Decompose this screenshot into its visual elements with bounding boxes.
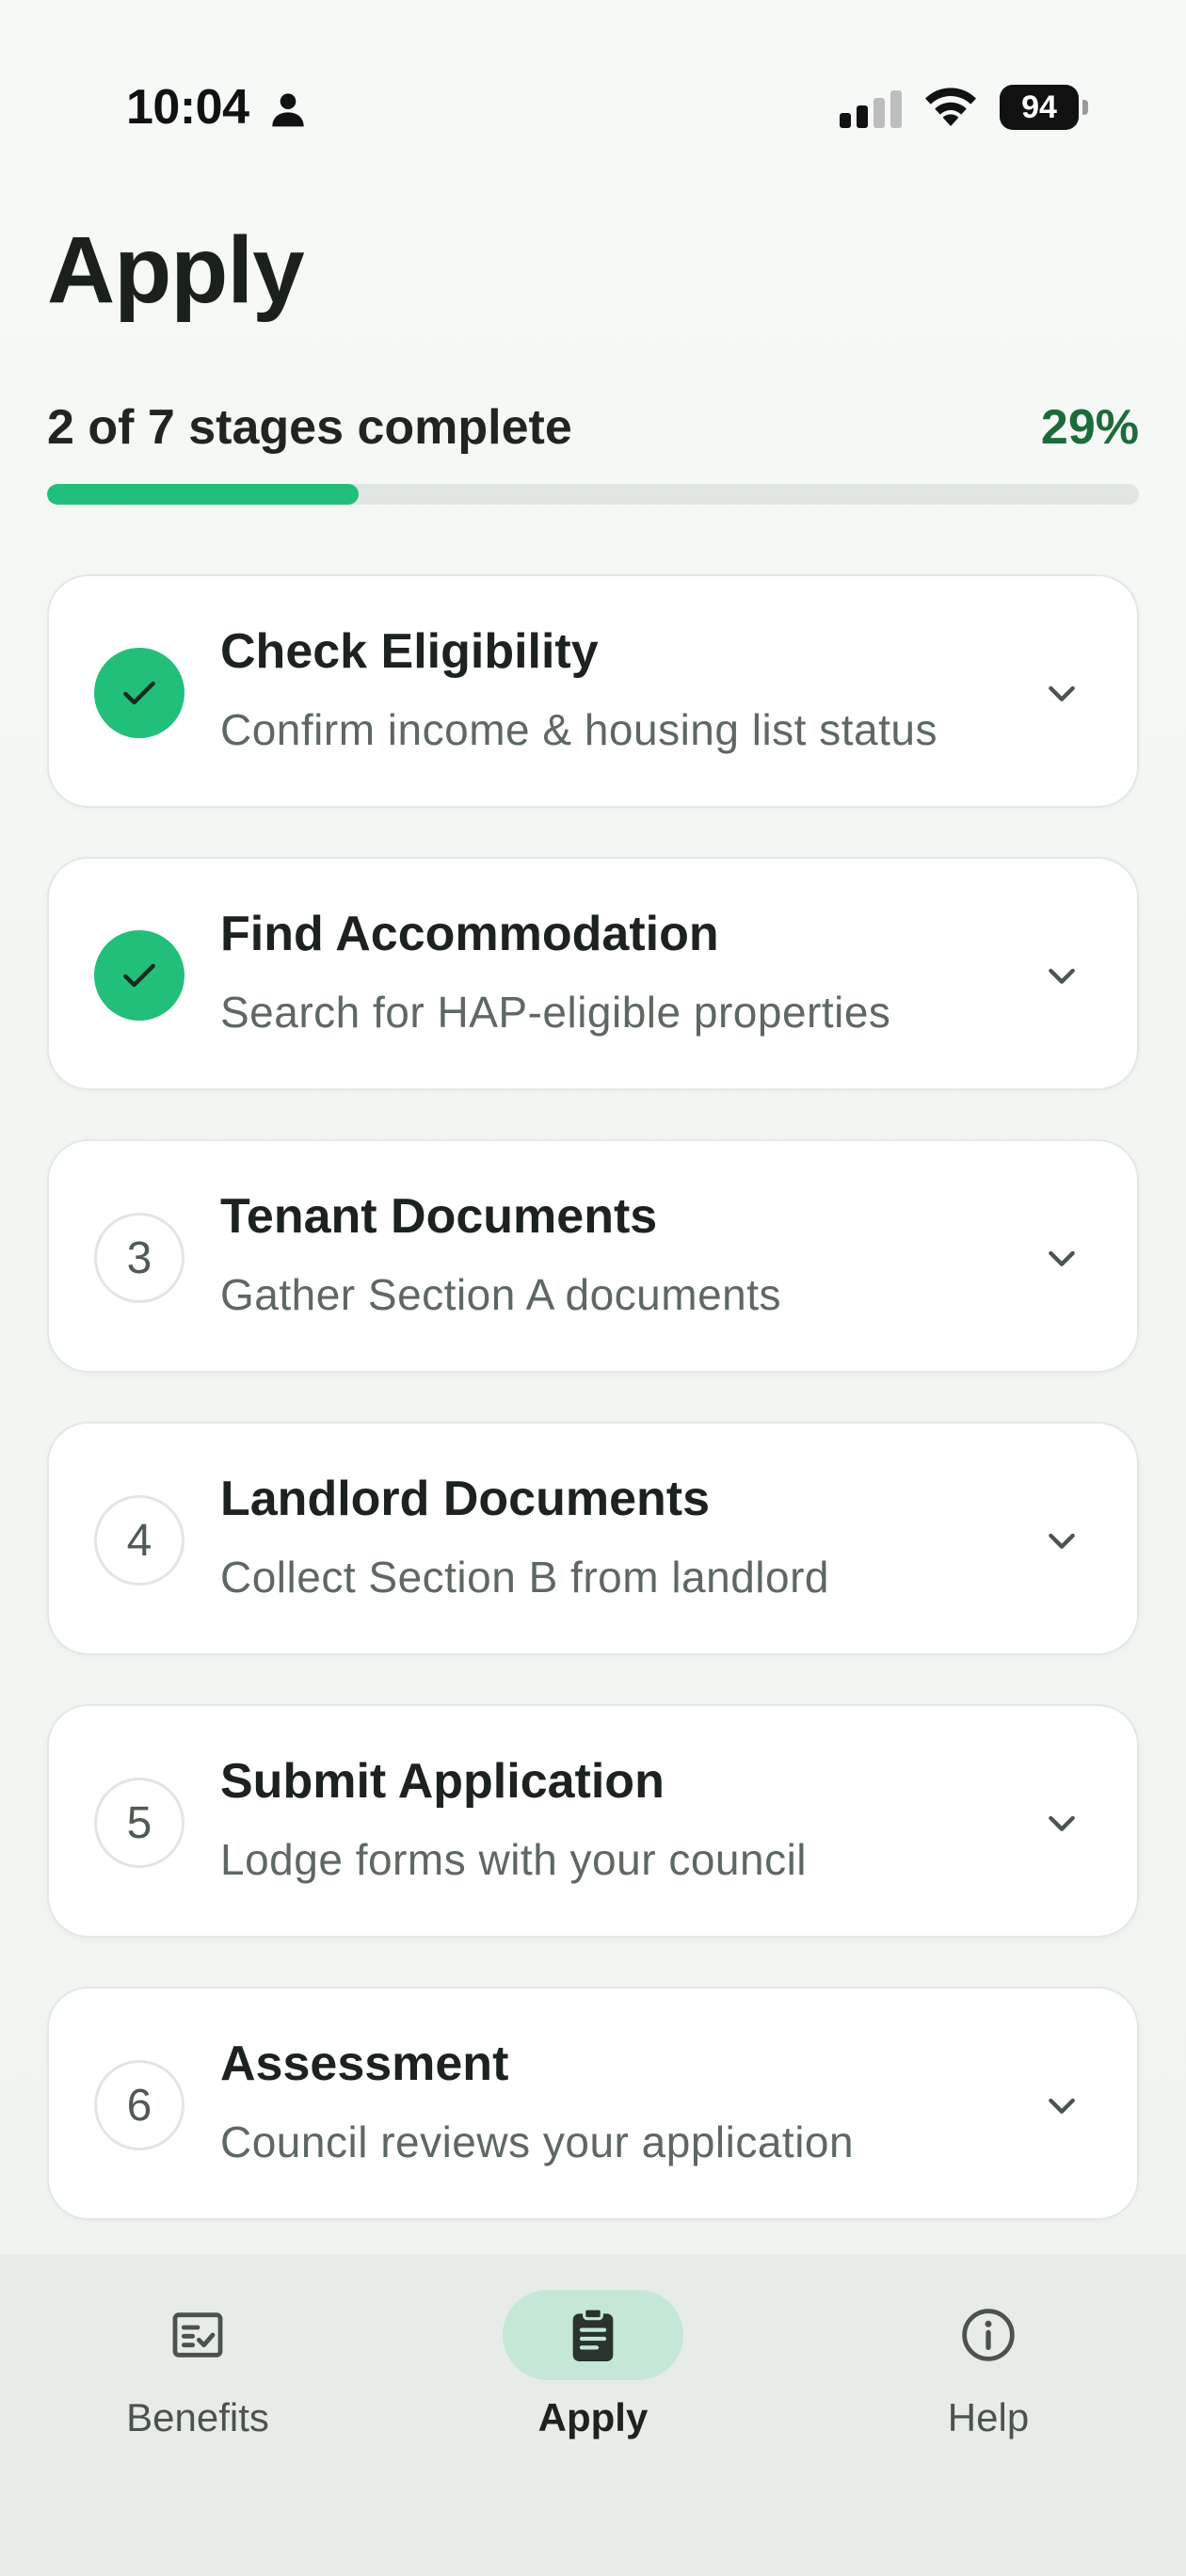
battery-level: 94 — [1000, 85, 1079, 130]
person-icon — [272, 93, 304, 127]
info-icon — [962, 2309, 1015, 2361]
wifi-icon — [925, 88, 976, 126]
stage-complete-badge — [94, 648, 184, 738]
stage-number-badge: 4 — [94, 1495, 184, 1586]
stage-subtitle: Council reviews your application — [220, 2117, 855, 2166]
nav-tab-apply[interactable]: Apply — [452, 2254, 734, 2499]
stage-number-badge: 6 — [94, 2060, 184, 2150]
checklist-icon — [172, 2312, 223, 2358]
check-icon — [123, 681, 155, 705]
stage-subtitle: Gather Section A documents — [220, 1270, 782, 1319]
nav-label: Benefits — [126, 2395, 269, 2439]
stage-title: Check Eligibility — [220, 624, 599, 679]
chevron-down-icon[interactable] — [1043, 1804, 1081, 1842]
stage-card-assessment[interactable]: 6 Assessment Council reviews your applic… — [47, 1987, 1139, 2220]
nav-label: Help — [947, 2395, 1030, 2439]
stage-card-find-accommodation[interactable]: Find Accommodation Search for HAP-eligib… — [47, 857, 1139, 1090]
cellular-signal-icon — [840, 90, 902, 128]
page-title: Apply — [47, 217, 305, 323]
battery-tip — [1082, 100, 1088, 115]
stage-title: Submit Application — [220, 1754, 665, 1809]
nav-tab-help[interactable]: Help — [847, 2254, 1130, 2499]
stage-card-landlord-documents[interactable]: 4 Landlord Documents Collect Section B f… — [47, 1422, 1139, 1655]
stage-subtitle: Collect Section B from landlord — [220, 1553, 830, 1602]
nav-label: Apply — [537, 2395, 649, 2439]
stage-subtitle: Lodge forms with your council — [220, 1835, 808, 1884]
nav-tab-benefits[interactable]: Benefits — [56, 2254, 339, 2499]
status-time: 10:04 — [126, 80, 249, 135]
chevron-down-icon[interactable] — [1043, 674, 1081, 712]
stage-list: Check Eligibility Confirm income & housi… — [47, 574, 1139, 2269]
chevron-down-icon[interactable] — [1043, 957, 1081, 994]
check-icon — [123, 963, 155, 988]
status-bar: 10:04 94 — [0, 0, 1186, 217]
progress-bar — [47, 484, 1139, 505]
progress-percent: 29% — [1040, 400, 1139, 455]
battery-indicator: 94 — [1000, 85, 1090, 130]
app-screen: 10:04 94 Apply 2 of 7 stages complete 29… — [0, 0, 1186, 2576]
stage-card-tenant-documents[interactable]: 3 Tenant Documents Gather Section A docu… — [47, 1139, 1139, 1373]
clipboard-icon — [572, 2307, 614, 2361]
stage-number-badge: 3 — [94, 1213, 184, 1303]
nav-active-pill — [503, 2290, 683, 2380]
progress-label: 2 of 7 stages complete — [47, 400, 572, 455]
stage-number-badge: 5 — [94, 1778, 184, 1868]
stage-subtitle: Search for HAP-eligible properties — [220, 988, 891, 1037]
chevron-down-icon[interactable] — [1043, 2086, 1081, 2124]
chevron-down-icon[interactable] — [1043, 1521, 1081, 1559]
bottom-nav: Benefits Apply Help — [0, 2254, 1186, 2576]
stage-title: Tenant Documents — [220, 1189, 658, 1244]
nav-icon-container — [107, 2290, 288, 2380]
chevron-down-icon[interactable] — [1043, 1239, 1081, 1277]
stage-subtitle: Confirm income & housing list status — [220, 705, 938, 754]
stage-title: Landlord Documents — [220, 1472, 711, 1526]
progress-bar-fill — [47, 484, 360, 505]
stage-title: Assessment — [220, 2037, 509, 2091]
stage-card-submit-application[interactable]: 5 Submit Application Lodge forms with yo… — [47, 1704, 1139, 1938]
stage-card-check-eligibility[interactable]: Check Eligibility Confirm income & housi… — [47, 574, 1139, 808]
stage-complete-badge — [94, 930, 184, 1021]
nav-icon-container — [898, 2290, 1079, 2380]
stage-title: Find Accommodation — [220, 907, 719, 961]
